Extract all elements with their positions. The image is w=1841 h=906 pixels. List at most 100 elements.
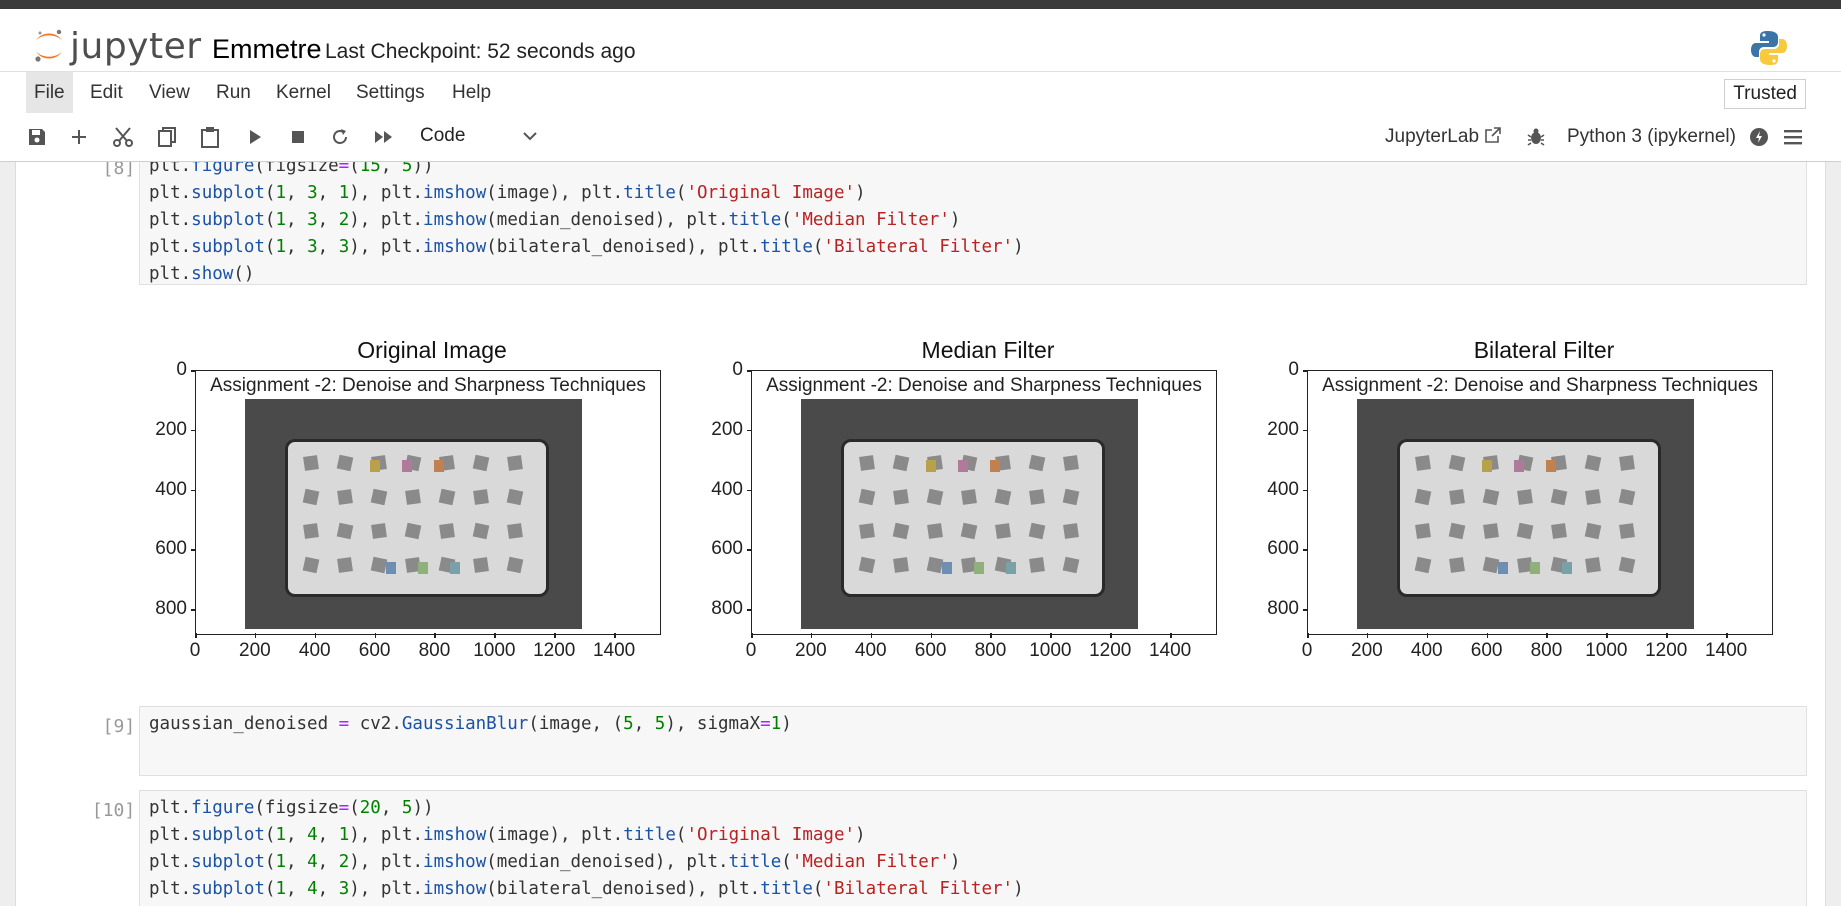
x-tick-label: 600 — [914, 640, 947, 661]
x-tick-mark — [1110, 633, 1112, 638]
target-marker — [1029, 557, 1045, 573]
x-tick-mark — [870, 633, 873, 638]
target-marker — [893, 489, 909, 505]
cut-icon[interactable] — [111, 125, 135, 149]
menu-help[interactable]: Help — [444, 72, 499, 114]
code-line: plt.subplot(1, 4, 2), plt.imshow(median_… — [149, 852, 961, 872]
x-tick-label: 800 — [418, 640, 451, 661]
run-icon[interactable] — [243, 125, 267, 149]
jupyterlab-label: JupyterLab — [1385, 126, 1480, 147]
y-tick-mark — [1303, 609, 1307, 611]
kernel-name[interactable]: Python 3 (ipykernel) — [1567, 126, 1736, 148]
code-editor[interactable]: gaussian_denoised = cv2.GaussianBlur(ima… — [139, 706, 1807, 776]
stop-icon[interactable] — [286, 125, 310, 149]
y-tick-label: 400 — [1267, 478, 1299, 500]
menu-settings[interactable]: Settings — [348, 72, 433, 114]
target-marker — [1063, 523, 1079, 539]
subplot: Median Filter Assignment -2: Denoise and … — [695, 332, 1225, 672]
target-marker — [438, 488, 456, 506]
subplot-title: Original Image — [357, 337, 507, 363]
x-tick-mark — [434, 633, 436, 638]
x-tick-mark — [195, 633, 197, 638]
copy-icon[interactable] — [155, 125, 179, 149]
subplot: Original Image Assignment -2: Denoise and… — [139, 332, 669, 672]
x-tick-label: 800 — [974, 640, 1007, 661]
y-tick-mark — [1303, 489, 1307, 492]
target-marker — [370, 556, 388, 574]
target-marker — [507, 523, 523, 539]
trusted-badge[interactable]: Trusted — [1724, 79, 1806, 109]
target-marker — [1415, 455, 1431, 471]
target-marker — [1483, 523, 1499, 539]
menu-bar: File Edit View Run Kernel Settings Help … — [0, 71, 1841, 115]
y-tick-mark — [1303, 429, 1307, 432]
save-icon[interactable] — [25, 125, 49, 149]
target-marker — [994, 488, 1012, 506]
x-tick-mark — [1307, 633, 1309, 638]
menu-icon[interactable] — [1781, 125, 1805, 149]
x-tick-label: 400 — [1410, 640, 1443, 661]
x-tick-label: 1000 — [473, 640, 516, 661]
target-marker — [303, 455, 319, 471]
x-tick-label: 1200 — [1645, 640, 1688, 661]
x-tick-mark — [614, 633, 616, 638]
y-tick-mark — [191, 370, 195, 372]
code-line: plt.subplot(1, 4, 3), plt.imshow(bilater… — [149, 879, 1024, 899]
target-marker — [1449, 557, 1465, 573]
fast-forward-icon[interactable] — [372, 125, 396, 149]
y-tick-label: 800 — [1267, 598, 1299, 620]
target-marker — [1516, 522, 1534, 540]
y-tick-label: 400 — [711, 478, 743, 500]
add-cell-icon[interactable] — [67, 125, 91, 149]
target-marker — [303, 523, 319, 539]
code-editor[interactable]: plt.figure(figsize=(20, 5)) plt.subplot(… — [139, 790, 1807, 906]
y-tick-label: 600 — [1267, 538, 1299, 560]
target-marker — [1029, 489, 1045, 505]
x-tick-label: 1400 — [592, 640, 636, 661]
calibration-chart-image — [1357, 399, 1694, 629]
color-patch — [926, 460, 936, 472]
notebook-name[interactable]: Emmetre — [212, 34, 322, 65]
x-tick-label: 400 — [298, 640, 331, 661]
target-marker — [1448, 454, 1466, 472]
x-tick-label: 1200 — [1089, 640, 1132, 661]
jupyter-logo[interactable]: jupyter — [32, 25, 202, 67]
menu-kernel[interactable]: Kernel — [268, 72, 339, 114]
menu-edit[interactable]: Edit — [82, 72, 131, 114]
debugger-icon[interactable] — [1524, 125, 1548, 149]
x-tick-label: 1000 — [1029, 640, 1072, 661]
menu-view[interactable]: View — [141, 72, 198, 114]
target-marker — [1414, 556, 1432, 574]
image-axes: Assignment -2: Denoise and Sharpness Tec… — [1307, 370, 1773, 635]
notebook-panel[interactable]: [8]: plt.figure(figsize=(15, 5)) plt.sub… — [15, 162, 1826, 906]
calibration-chart-image — [245, 399, 582, 629]
color-patch — [1006, 562, 1016, 574]
target-marker — [473, 557, 489, 573]
x-tick-mark — [1666, 633, 1668, 638]
code-line: plt.figure(figsize=(15, 5)) — [149, 162, 434, 176]
cell-prompt: [9]: — [102, 716, 146, 737]
target-marker — [892, 522, 910, 540]
cell-output-8: Original Image Assignment -2: Denoise and… — [139, 332, 1805, 692]
color-patch — [370, 460, 380, 472]
target-marker — [1551, 523, 1567, 539]
target-marker — [1028, 454, 1046, 472]
y-tick-mark — [747, 489, 751, 492]
code-line: plt.subplot(1, 3, 3), plt.imshow(bilater… — [149, 237, 1024, 257]
menu-file[interactable]: File — [26, 72, 73, 114]
paste-icon[interactable] — [198, 125, 222, 149]
toolbar: Code JupyterLab Python 3 (ipykernel) — [0, 113, 1841, 162]
menu-run[interactable]: Run — [208, 72, 259, 114]
target-marker — [336, 454, 354, 472]
y-tick-mark — [1303, 549, 1307, 551]
x-tick-mark — [1726, 633, 1728, 638]
code-editor[interactable]: plt.figure(figsize=(15, 5)) plt.subplot(… — [139, 162, 1807, 285]
y-tick-label: 600 — [155, 538, 187, 560]
image-axes: Assignment -2: Denoise and Sharpness Tec… — [195, 370, 661, 635]
target-marker — [859, 455, 875, 471]
jupyterlab-link[interactable]: JupyterLab — [1385, 126, 1502, 148]
cell-type-select[interactable]: Code — [420, 125, 465, 147]
restart-icon[interactable] — [328, 125, 352, 149]
target-marker — [472, 454, 490, 472]
chevron-down-icon[interactable] — [520, 125, 540, 152]
